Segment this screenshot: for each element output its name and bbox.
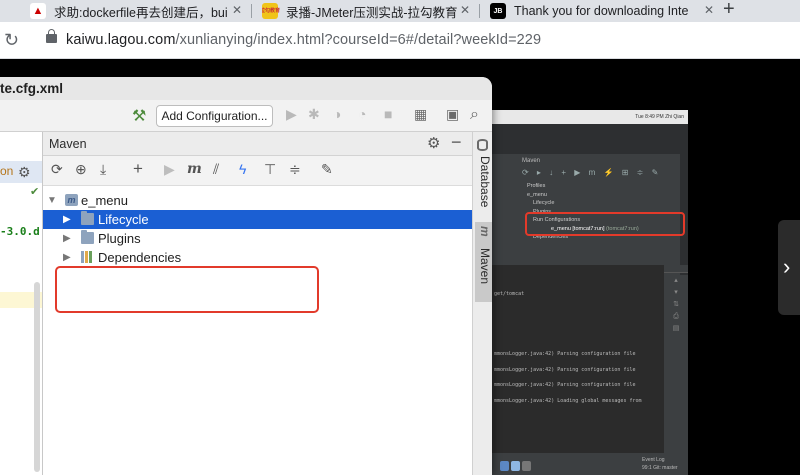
search-icon[interactable]: ⌕ — [470, 106, 479, 124]
tree-item-label: Lifecycle — [98, 212, 149, 227]
tab-title: 录播-JMeter压测实战-拉勾教育 — [286, 5, 458, 20]
mini-tree-item: e_menu — [527, 191, 547, 198]
mini-menubar: Tue 8:49 PM Zhi Qian — [492, 110, 688, 124]
close-tab-icon[interactable]: ✕ — [704, 3, 714, 17]
browser-tab-1[interactable]: ▲ 求助:dockerfile再去创建后，bui — [30, 0, 250, 22]
next-slide-button[interactable]: › — [778, 220, 800, 315]
lagou-icon: 拉勾教育 — [262, 3, 280, 19]
close-tab-icon[interactable]: ✕ — [232, 3, 242, 17]
reload-icon[interactable]: ↻ — [4, 30, 19, 51]
chevron-right-icon[interactable]: ▶ — [63, 210, 71, 229]
address-bar[interactable]: kaiwu.lagou.com/xunlianying/index.html?c… — [66, 32, 541, 48]
tab-title: Thank you for downloading Inte — [514, 4, 689, 18]
browser-tab-bar: ▲ 求助:dockerfile再去创建后，bui ✕ 拉勾教育 录播-JMete… — [0, 0, 800, 22]
maven-title: Maven — [49, 137, 87, 151]
tree-item-label: e_menu — [81, 193, 128, 208]
terminal-icon[interactable]: ▣ — [446, 106, 459, 123]
csdn-icon: ▲ — [30, 3, 46, 19]
maven-toolbar: ⟳ ⊕ ⤓ + ▶ m ⫽ ϟ ⊤ ≑ ✎ — [43, 156, 472, 186]
run-icon[interactable]: ▶ — [164, 161, 175, 178]
browser-toolbar: ↻ kaiwu.lagou.com/xunlianying/index.html… — [0, 22, 800, 59]
annotation-highlight-box — [55, 266, 319, 313]
add-maven-project-icon[interactable]: ⊕ — [75, 161, 87, 178]
maven-tab[interactable]: m Maven — [475, 222, 492, 302]
coverage-icon[interactable]: ◑ — [333, 106, 341, 122]
tree-item-dependencies[interactable]: ▶ Dependencies — [43, 248, 472, 267]
download-icon[interactable]: ⤓ — [100, 161, 106, 178]
build-hammer-icon[interactable]: ⚒ — [132, 106, 146, 126]
gear-icon[interactable]: ⚙ — [18, 164, 31, 181]
chevron-right-icon[interactable]: ▶ — [63, 229, 71, 248]
ide-window-title: te.cfg.xml — [0, 77, 492, 100]
profile-icon[interactable]: ◔ — [358, 106, 366, 122]
debug-icon[interactable]: ✱ — [308, 106, 320, 123]
mini-dock — [500, 458, 545, 475]
editor-code-fragment: -3.0.d — [0, 225, 40, 238]
tree-item-e-menu[interactable]: ▼ m e_menu — [43, 191, 472, 210]
stop-icon[interactable]: ■ — [384, 106, 392, 122]
run-icon[interactable]: ▶ — [286, 106, 297, 123]
annotation-highlight-box — [525, 212, 685, 236]
minimize-icon[interactable]: − — [451, 132, 462, 153]
show-dependencies-icon[interactable]: ⊤ — [264, 161, 276, 178]
url-host: kaiwu.lagou.com — [66, 32, 176, 48]
database-icon — [477, 139, 488, 151]
browser-tab-3[interactable]: JB Thank you for downloading Inte — [490, 0, 702, 22]
collapse-all-icon[interactable]: ≑ — [289, 161, 301, 178]
mini-console-scroll: ▴ ▾ ⇅ ⎙ ▤ — [664, 275, 688, 475]
maven-m-icon: m — [478, 226, 492, 237]
lifecycle-folder-icon — [81, 211, 94, 225]
mini-maven-toolbar: ⟳ ▸ ↓ + ▶ m ⚡ ⊞ ≑ ✎ — [522, 168, 662, 177]
toggle-offline-icon[interactable]: ⫽ — [213, 161, 219, 178]
tab-title: 求助:dockerfile再去创建后，bui — [54, 5, 228, 20]
tree-item-plugins[interactable]: ▶ Plugins — [43, 229, 472, 248]
wrench-icon[interactable]: ✎ — [321, 161, 333, 178]
browser-tab-2[interactable]: 拉勾教育 录播-JMeter压测实战-拉勾教育 — [262, 0, 467, 22]
mini-tree-item: Lifecycle — [533, 200, 555, 206]
tree-item-label: Plugins — [98, 231, 141, 246]
chevron-right-icon: › — [783, 254, 791, 279]
add-configuration-button[interactable]: Add Configuration... — [156, 105, 273, 127]
url-path: /xunlianying/index.html?courseId=6#/deta… — [175, 32, 542, 48]
video-frame: Tue 8:49 PM Zhi Qian Maven ⟳ ▸ ↓ + ▶ m ⚡… — [492, 110, 688, 475]
editor-pane[interactable]: on ⚙ ✔ -3.0.d — [0, 132, 43, 475]
check-icon: ✔ — [30, 186, 40, 198]
reload-icon[interactable]: ⟳ — [51, 161, 63, 178]
dependencies-icon — [81, 251, 94, 263]
close-tab-icon[interactable]: ✕ — [460, 3, 470, 17]
editor-scrollbar[interactable] — [34, 282, 40, 472]
mini-maven-title: Maven — [522, 158, 541, 164]
execute-goal-icon[interactable]: m — [187, 161, 202, 177]
lightning-icon[interactable]: ϟ — [239, 161, 246, 177]
right-tool-strip: Database m Maven — [472, 132, 492, 475]
chevron-right-icon[interactable]: ▶ — [63, 248, 71, 267]
mini-console: get/tomcat mmonsLogger.java:42) Parsing … — [492, 265, 664, 465]
tree-item-lifecycle[interactable]: ▶ Lifecycle — [43, 210, 472, 229]
lock-icon[interactable] — [46, 29, 57, 43]
ide-toolbar: ⚒ Add Configuration... ▶ ✱ ◑ ◔ ■ ▦ ▣ ⌕ — [0, 100, 492, 132]
tree-item-label: Dependencies — [98, 250, 182, 265]
plugins-folder-icon — [81, 230, 94, 244]
new-tab-button[interactable]: + — [723, 0, 735, 21]
maven-module-icon: m — [65, 194, 78, 206]
mini-tree-item: Profiles — [527, 183, 546, 189]
add-icon[interactable]: + — [133, 159, 143, 179]
chevron-down-icon[interactable]: ▼ — [47, 191, 57, 210]
jetbrains-icon: JB — [490, 3, 506, 19]
project-structure-icon[interactable]: ▦ — [414, 106, 427, 123]
maven-tab-label: Maven — [478, 248, 492, 285]
settings-gear-icon[interactable]: ⚙ — [427, 134, 440, 152]
maven-header: Maven ⚙ − — [43, 132, 472, 156]
database-tab[interactable]: Database — [475, 156, 492, 216]
